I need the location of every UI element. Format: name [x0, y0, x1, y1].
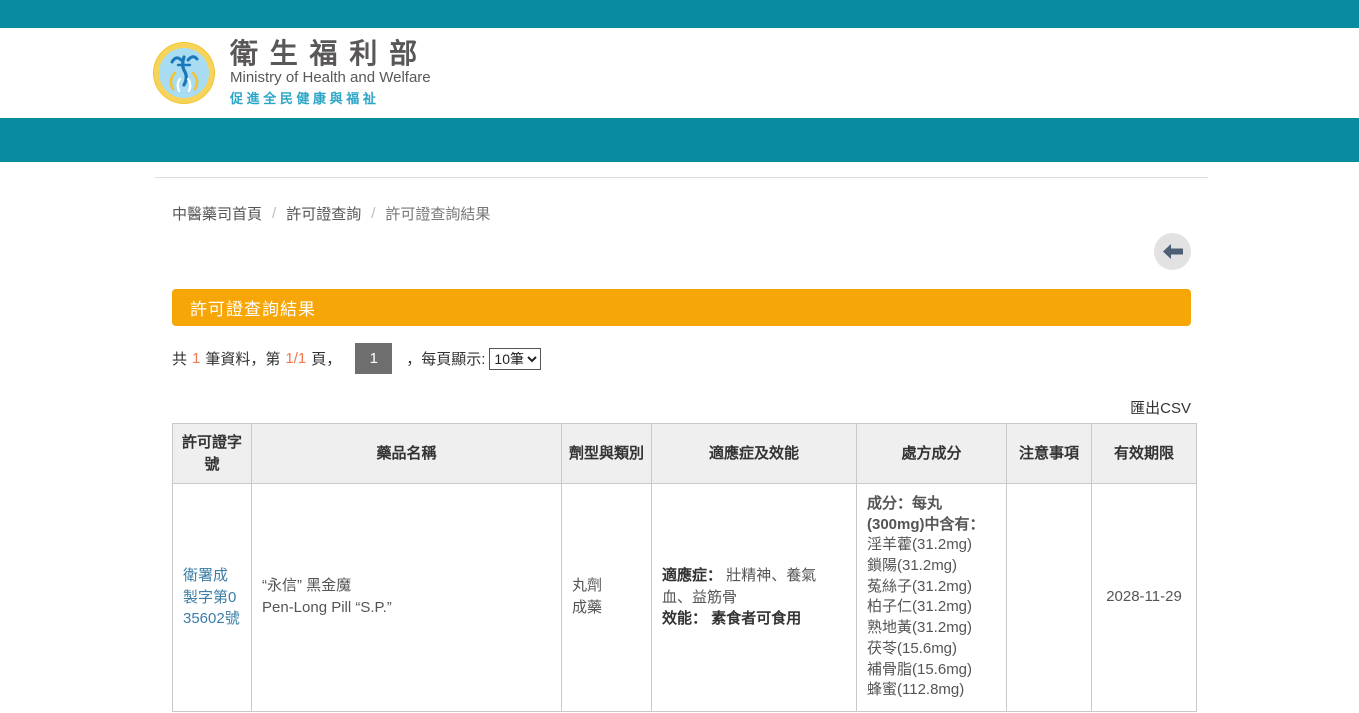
pagination-bar: 共 1 筆資料，第 1/1 頁， 1 ，每頁顯示: 10筆 — [172, 343, 1191, 374]
brand-block[interactable]: 衛 生 福 利 部 Ministry of Health and Welfare… — [152, 39, 431, 107]
ingredient-item: 補骨脂(15.6mg) — [867, 660, 996, 681]
page-1-button[interactable]: 1 — [355, 343, 392, 374]
col-header-drug-name: 藥品名稱 — [252, 424, 562, 484]
site-title-zh: 衛 生 福 利 部 — [230, 39, 431, 68]
cell-indication: 適應症： 壯精神、養氣血、益筋骨 效能： 素食者可食用 — [652, 484, 857, 712]
breadcrumb-separator: / — [272, 205, 276, 222]
ingredient-item: 菟絲子(31.2mg) — [867, 577, 996, 598]
results-banner: 許可證查詢結果 — [172, 289, 1191, 326]
drug-category: 成藥 — [572, 597, 641, 620]
cell-license-no: 衛署成製字第035602號 — [173, 484, 252, 712]
top-teal-bar — [0, 0, 1359, 28]
site-slogan: 促 進 全 民 健 康 與 福 祉 — [230, 88, 431, 107]
col-header-expiry: 有效期限 — [1092, 424, 1197, 484]
ingredient-item: 柏子仁(31.2mg) — [867, 597, 996, 618]
breadcrumb-query-link[interactable]: 許可證查詢 — [286, 203, 361, 224]
table-header-row: 許可證字號 藥品名稱 劑型與類別 適應症及效能 處方成分 注意事項 有效期限 — [173, 424, 1197, 484]
back-button[interactable] — [1154, 233, 1191, 270]
cell-dosage-form: 丸劑 成藥 — [562, 484, 652, 712]
ingredient-item: 蜂蜜(112.8mg) — [867, 680, 996, 701]
ingredient-item: 茯苓(15.6mg) — [867, 639, 996, 660]
cell-drug-name: “永信” 黑金魔 Pen-Long Pill “S.P.” — [252, 484, 562, 712]
license-number-link[interactable]: 衛署成製字第035602號 — [183, 567, 240, 628]
ingredient-item: 淫羊藿(31.2mg) — [867, 535, 996, 556]
results-banner-title: 許可證查詢結果 — [172, 295, 316, 320]
pager-page-suffix: 頁， — [311, 348, 341, 369]
results-table: 許可證字號 藥品名稱 劑型與類別 適應症及效能 處方成分 注意事項 有效期限 衛… — [172, 423, 1197, 712]
cell-expiry-date: 2028-11-29 — [1092, 484, 1197, 712]
export-csv-link[interactable]: 匯出CSV — [1130, 397, 1191, 418]
ingredients-header: 成分：每丸(300mg)中含有： — [867, 494, 996, 535]
dosage-form: 丸劑 — [572, 575, 641, 598]
col-header-license: 許可證字號 — [173, 424, 252, 484]
site-header: 衛 生 福 利 部 Ministry of Health and Welfare… — [0, 28, 1359, 118]
col-header-precautions: 注意事項 — [1007, 424, 1092, 484]
pager-page-info: 1/1 — [285, 350, 306, 367]
pager-total-count: 1 — [192, 350, 200, 367]
content-container: 中醫藥司首頁 / 許可證查詢 / 許可證查詢結果 許可證查詢結果 共 1 筆資料… — [155, 177, 1208, 712]
drug-name-zh: “永信” 黑金魔 — [262, 575, 551, 598]
ingredient-item: 鎖陽(31.2mg) — [867, 556, 996, 577]
main-nav-bar — [0, 118, 1359, 162]
site-title-en: Ministry of Health and Welfare — [230, 69, 431, 86]
breadcrumb-current: 許可證查詢結果 — [385, 203, 490, 224]
col-header-dosage-form: 劑型與類別 — [562, 424, 652, 484]
breadcrumb: 中醫藥司首頁 / 許可證查詢 / 許可證查詢結果 — [172, 203, 1191, 224]
breadcrumb-home-link[interactable]: 中醫藥司首頁 — [172, 203, 262, 224]
indication-label: 適應症： — [662, 567, 722, 584]
cell-ingredients: 成分：每丸(300mg)中含有： 淫羊藿(31.2mg) 鎖陽(31.2mg) … — [857, 484, 1007, 712]
efficacy-text: 素食者可食用 — [711, 610, 801, 627]
pager-total-prefix: 共 — [172, 348, 187, 369]
col-header-indication: 適應症及效能 — [652, 424, 857, 484]
drug-name-en: Pen-Long Pill “S.P.” — [262, 597, 551, 620]
content-divider — [155, 177, 1208, 178]
pager-perpage-prefix: ，每頁顯示: — [406, 348, 485, 369]
pager-mid-text: 筆資料，第 — [205, 348, 280, 369]
per-page-select[interactable]: 10筆 — [489, 348, 541, 370]
breadcrumb-separator: / — [371, 205, 375, 222]
back-arrow-icon — [1163, 244, 1183, 259]
ingredient-item: 熟地黃(31.2mg) — [867, 618, 996, 639]
cell-precautions — [1007, 484, 1092, 712]
efficacy-label: 效能： — [662, 610, 707, 627]
table-row: 衛署成製字第035602號 “永信” 黑金魔 Pen-Long Pill “S.… — [173, 484, 1197, 712]
mohw-logo-icon — [152, 41, 216, 105]
col-header-ingredients: 處方成分 — [857, 424, 1007, 484]
